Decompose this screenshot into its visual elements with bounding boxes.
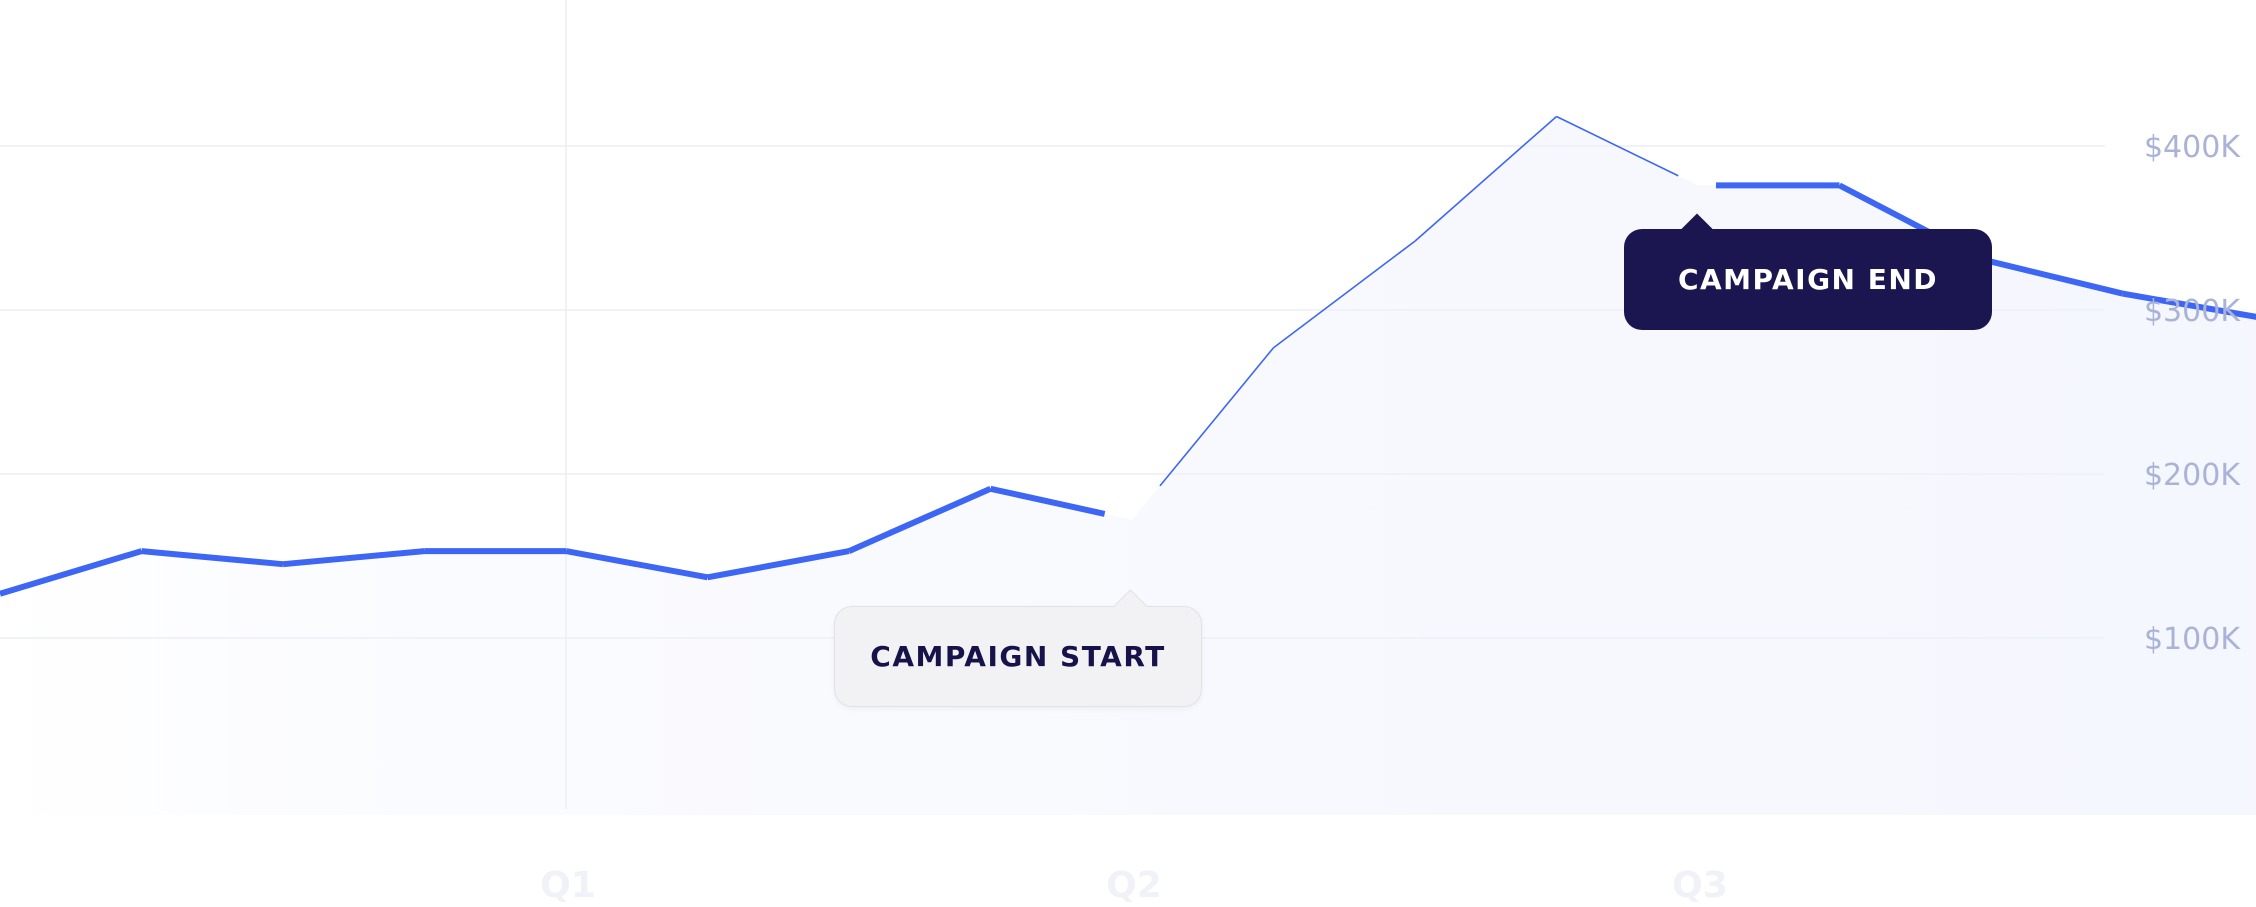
y-tick-label: $200K [2144,458,2241,493]
quarter-label: Q2 [1106,865,1162,902]
x-axis-labels: Q1 Q2 Q3 [540,865,1728,902]
campaign-end-label: CAMPAIGN END [1678,263,1938,296]
quarter-label: Q1 [540,865,596,902]
y-tick-label: $100K [2144,622,2241,657]
series-area [0,116,2256,815]
y-tick-label: $400K [2144,130,2241,165]
campaign-end-callout: CAMPAIGN END [1624,229,1992,330]
quarter-label: Q3 [1672,865,1728,902]
chart-svg: $100K $200K $300K $400K Q1 Q2 Q3 [0,0,2256,902]
campaign-start-label: CAMPAIGN START [870,640,1165,673]
y-tick-label: $300K [2144,294,2241,329]
area-fill [0,116,2256,815]
campaign-start-callout: CAMPAIGN START [834,606,1202,707]
campaign-revenue-chart: $100K $200K $300K $400K Q1 Q2 Q3 CAMPAIGN STA… [0,0,2256,902]
